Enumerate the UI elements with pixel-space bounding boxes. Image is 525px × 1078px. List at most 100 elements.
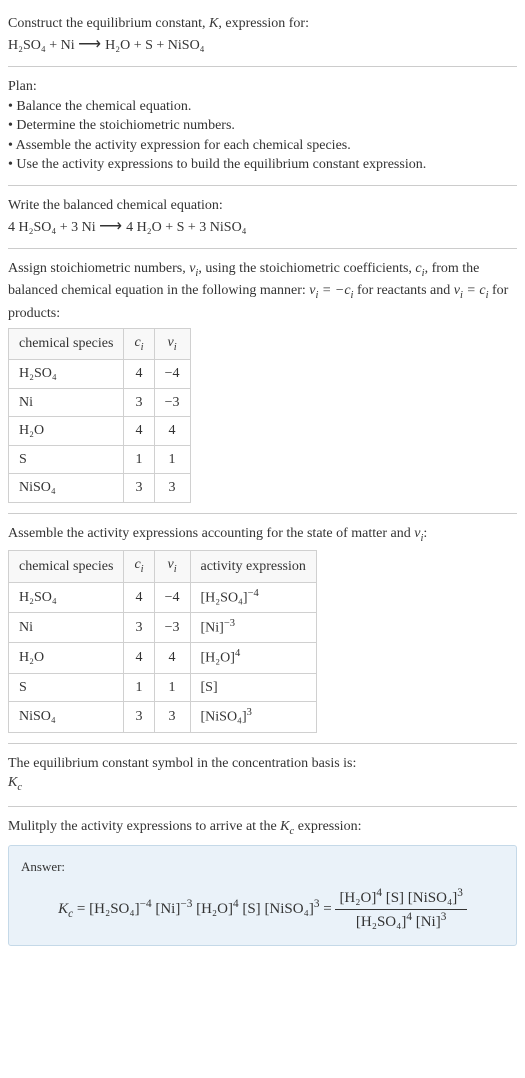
table-row: NiSO₄33[NiSO₄]3 [9, 702, 317, 732]
c-symbol: ci [415, 261, 424, 276]
table-cell: H₂SO₄ [9, 359, 124, 388]
balanced-section: Write the balanced chemical equation: 4 … [8, 190, 517, 244]
intro-text-2: , expression for: [218, 16, 309, 31]
term-base: [H₂O] [196, 901, 233, 917]
term-base: [Ni] [416, 914, 441, 930]
term-pow: 4 [233, 898, 239, 910]
balanced-rhs: 4 H₂O + S + 3 NiSO₄ [126, 220, 246, 235]
term-base: [S] [386, 890, 404, 906]
table-cell: 4 [154, 643, 190, 673]
equals: = [73, 901, 89, 917]
table-cell: S [9, 673, 124, 702]
table-cell: 1 [154, 445, 190, 474]
table-header: chemical species [9, 551, 124, 582]
expr-pow: −3 [224, 618, 235, 629]
expr-base: [Ni] [201, 621, 224, 636]
term-base: [S] [242, 901, 260, 917]
table-header: ci [124, 551, 154, 582]
table-cell: 3 [124, 388, 154, 417]
equals: = [319, 901, 335, 917]
assign-text: , using the stoichiometric coefficients, [198, 261, 415, 276]
arrow-icon: ⟶ [78, 36, 105, 53]
kc-expression: Kc = [H₂SO₄]−4 [Ni]−3 [H₂O]4 [S] [NiSO₄]… [21, 886, 504, 933]
table-row: Ni3 −3[Ni]−3 [9, 613, 317, 643]
plan-title: Plan: [8, 77, 517, 97]
table-cell: 4 [154, 417, 190, 446]
kc-c: c [17, 782, 22, 793]
balanced-lhs: 4 H₂SO₄ + 3 Ni [8, 220, 96, 235]
kc-symbol: Kc [280, 819, 294, 834]
table-cell: −3 [154, 388, 190, 417]
table-cell: 1 [124, 673, 154, 702]
term-base: [Ni] [155, 901, 180, 917]
table-row: S11 [9, 445, 191, 474]
table-cell: [Ni]−3 [190, 613, 316, 643]
term: [H₂SO₄]−4 [89, 901, 151, 917]
assign-section: Assign stoichiometric numbers, νi, using… [8, 253, 517, 509]
fraction: [H₂O]4 [S] [NiSO₄]3[H₂SO₄]4 [Ni]3 [335, 886, 466, 933]
denominator: [H₂SO₄]4 [Ni]3 [335, 910, 466, 933]
activity-text: Assemble the activity expressions accoun… [8, 526, 414, 541]
activity-text: : [423, 526, 427, 541]
table-cell: Ni [9, 613, 124, 643]
relation: νi = ci [454, 283, 489, 298]
term: [S] [242, 901, 260, 917]
table-cell: NiSO₄ [9, 474, 124, 503]
table-cell: 4 [124, 582, 154, 612]
table-header: ci [124, 328, 154, 359]
table-header: chemical species [9, 328, 124, 359]
activity-table: chemical species ci νi activity expressi… [8, 550, 317, 732]
expr-base: [S] [201, 680, 218, 695]
term: [Ni]−3 [155, 901, 192, 917]
table-cell: 4 [124, 643, 154, 673]
kc-k: K [58, 901, 68, 917]
relation: νi = −ci [309, 283, 353, 298]
activity-section: Assemble the activity expressions accoun… [8, 518, 517, 739]
term-base: [NiSO₄] [264, 901, 313, 917]
term-pow: −4 [140, 898, 152, 910]
table-cell: H₂O [9, 643, 124, 673]
table-cell: 4 [124, 359, 154, 388]
table-row: S11[S] [9, 673, 317, 702]
table-header-row: chemical species ci νi [9, 328, 191, 359]
expr-pow: 4 [235, 648, 240, 659]
term-pow: 4 [376, 887, 382, 899]
term-base: [H₂SO₄] [356, 914, 406, 930]
term-pow: 3 [457, 887, 463, 899]
table-cell: [H₂SO₄]−4 [190, 582, 316, 612]
expr-base: [NiSO₄] [201, 710, 247, 725]
divider [8, 66, 517, 67]
table-cell: 3 [124, 474, 154, 503]
arrow-icon: ⟶ [99, 218, 126, 235]
assign-text: for reactants and [353, 283, 453, 298]
expr-base: [H₂SO₄] [201, 591, 248, 606]
balanced-title: Write the balanced chemical equation: [8, 196, 517, 216]
term-pow: −3 [180, 898, 192, 910]
plan-step: • Determine the stoichiometric numbers. [8, 116, 517, 136]
stoich-table: chemical species ci νi H₂SO₄4−4 Ni3−3 H₂… [8, 328, 191, 503]
table-cell: 3 [154, 474, 190, 503]
divider [8, 513, 517, 514]
expr-base: [H₂O] [201, 651, 235, 666]
divider [8, 806, 517, 807]
symbol-section: The equilibrium constant symbol in the c… [8, 748, 517, 802]
table-cell: 1 [124, 445, 154, 474]
table-cell: 3 [124, 613, 154, 643]
term: [H₂O]4 [196, 901, 239, 917]
term-pow: 3 [441, 911, 447, 923]
answer-label: Answer: [21, 858, 504, 876]
multiply-text: Mulitply the activity expressions to arr… [8, 819, 280, 834]
table-cell: 1 [154, 673, 190, 702]
table-cell: S [9, 445, 124, 474]
divider [8, 743, 517, 744]
term-base: [H₂SO₄] [89, 901, 139, 917]
plan-section: Plan: • Balance the chemical equation. •… [8, 71, 517, 181]
intro-text: Construct the equilibrium constant, [8, 16, 209, 31]
table-row: H₂SO₄4−4[H₂SO₄]−4 [9, 582, 317, 612]
table-header: νi [154, 551, 190, 582]
numerator: [H₂O]4 [S] [NiSO₄]3 [335, 886, 466, 910]
term-base: [H₂O] [339, 890, 376, 906]
table-row: H₂O44[H₂O]4 [9, 643, 317, 673]
assign-text: Assign stoichiometric numbers, [8, 261, 189, 276]
kc-symbol: Kc [8, 775, 22, 790]
